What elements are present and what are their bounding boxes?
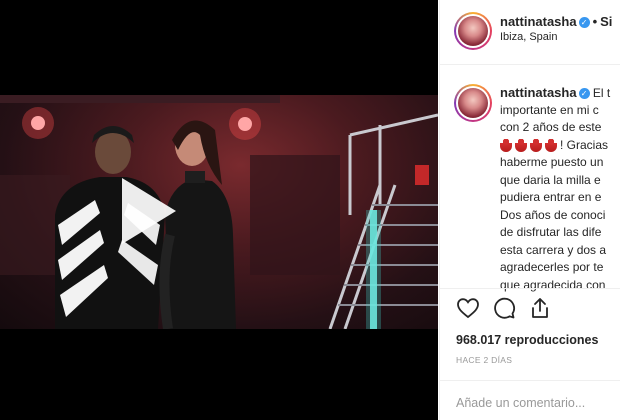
divider <box>440 380 620 381</box>
caption-line: con 2 años de este <box>500 120 602 134</box>
post-timestamp[interactable]: HACE 2 DÍAS <box>456 355 512 365</box>
post-header: nattinatasha ✓ • Si Ibiza, Spain <box>440 0 620 65</box>
comment-icon[interactable] <box>492 296 516 320</box>
caption-line: haberme puesto un <box>500 155 604 169</box>
verified-badge-icon: ✓ <box>578 88 590 100</box>
share-icon[interactable] <box>528 296 552 320</box>
caption-line: importante en mi c <box>500 102 599 117</box>
post-caption: nattinatasha ✓ El t importante en mi c co… <box>500 84 620 294</box>
verified-badge-icon: ✓ <box>578 17 590 29</box>
caption-username[interactable]: nattinatasha <box>500 85 577 100</box>
dancer-emoji-icon <box>545 138 557 152</box>
caption-line: El t <box>592 86 611 100</box>
caption-line: Dos años de conoci <box>500 207 606 222</box>
caption-line: pudiera entrar en e <box>500 190 602 204</box>
video-still <box>0 95 438 329</box>
dancer-emoji-icon <box>530 138 542 152</box>
play-icon[interactable] <box>122 178 176 244</box>
location-link[interactable]: Ibiza, Spain <box>500 31 557 43</box>
caption-line: que agradecida con <box>500 277 606 292</box>
video-player[interactable] <box>0 0 438 420</box>
caption-line: de disfrutar las dife <box>500 225 602 239</box>
caption-line: ! Gracias <box>560 137 609 152</box>
caption-line: agradecerles por te <box>500 260 604 274</box>
header-username[interactable]: nattinatasha <box>500 14 577 29</box>
dancer-emoji-icon <box>500 138 512 152</box>
video-frame[interactable] <box>0 95 438 329</box>
views-count[interactable]: 968.017 reproducciones <box>456 333 598 347</box>
caption-line: esta carrera y dos a <box>500 242 607 257</box>
post-sidebar: nattinatasha ✓ • Si Ibiza, Spain nattinatas… <box>439 0 620 420</box>
caption-avatar[interactable] <box>454 84 492 122</box>
avatar[interactable] <box>454 12 492 50</box>
avatar-image <box>458 16 488 46</box>
divider <box>440 288 620 289</box>
comment-input[interactable] <box>456 390 606 416</box>
follow-button[interactable]: Si <box>600 14 612 29</box>
heart-icon[interactable] <box>456 296 480 320</box>
dancer-emoji-icon <box>515 138 527 152</box>
separator-dot: • <box>592 14 598 29</box>
caption-line: que daria la milla e <box>500 172 601 187</box>
avatar-image <box>458 88 488 118</box>
